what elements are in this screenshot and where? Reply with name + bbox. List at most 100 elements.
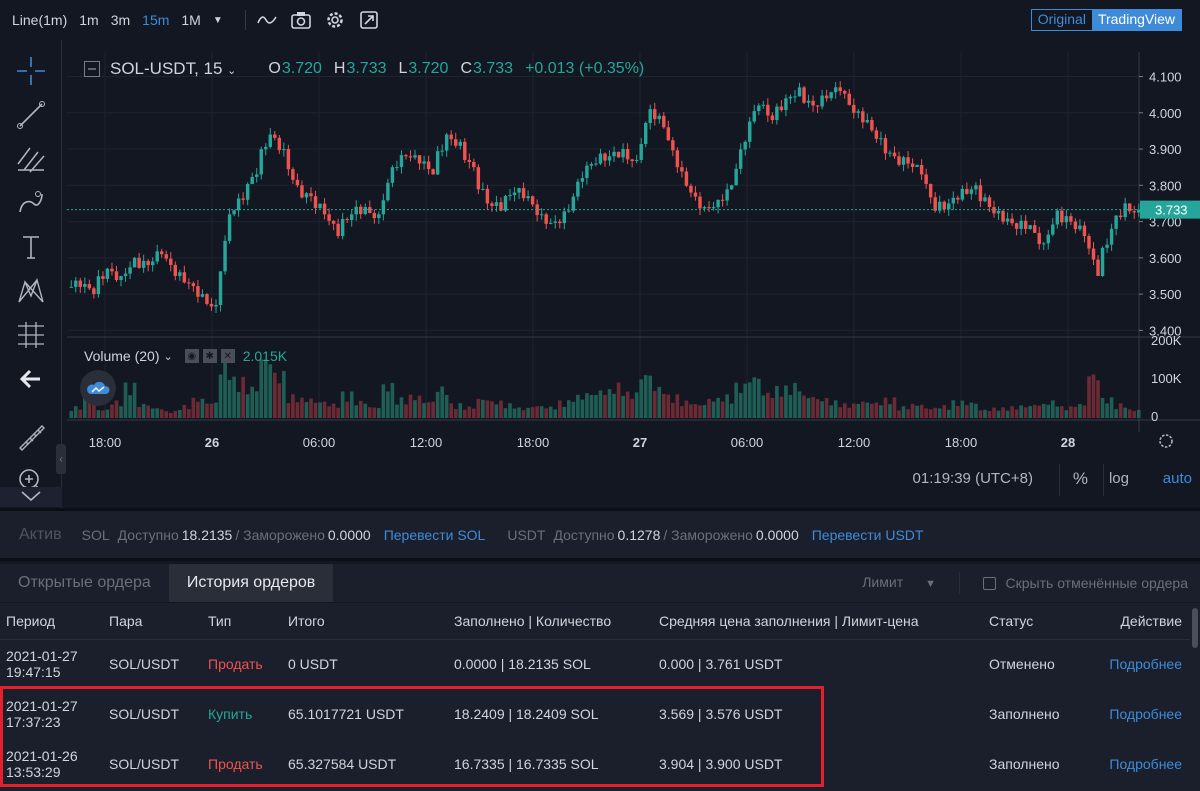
pattern-icon[interactable] bbox=[14, 274, 48, 308]
collapse-toolbar-button[interactable]: ‹ bbox=[56, 444, 66, 474]
chart-type-select[interactable]: Line(1m) bbox=[12, 12, 67, 28]
more-tools-button[interactable] bbox=[0, 487, 62, 507]
fib-channel-icon[interactable] bbox=[14, 142, 48, 176]
price-tick-label: 3.600 bbox=[1149, 251, 1182, 266]
log-scale-toggle[interactable]: log bbox=[1109, 470, 1129, 487]
volume-bar bbox=[200, 398, 205, 418]
order-total: 65.327584 USDT bbox=[288, 756, 397, 772]
open-value: 3.720 bbox=[281, 60, 322, 77]
volume-bar bbox=[625, 391, 630, 418]
transfer-sol-link[interactable]: Перевести SOL bbox=[384, 527, 486, 543]
chart-style-icon[interactable] bbox=[256, 9, 278, 31]
order-type-filter[interactable]: Лимит ▼ bbox=[862, 574, 936, 590]
candle-body bbox=[286, 149, 291, 170]
candle-body bbox=[748, 121, 752, 142]
volume-bar bbox=[141, 403, 146, 418]
view-tradingview-button[interactable]: TradingView bbox=[1091, 10, 1181, 30]
tab-open-orders[interactable]: Открытые ордера bbox=[0, 564, 169, 602]
volume-bar bbox=[223, 362, 227, 418]
candle-body bbox=[562, 211, 567, 224]
candle-body bbox=[770, 115, 775, 121]
order-price: 3.904 | 3.900 USDT bbox=[659, 756, 783, 772]
candle-body bbox=[196, 286, 200, 297]
candle-body bbox=[476, 167, 481, 190]
scrollbar[interactable] bbox=[1192, 608, 1198, 648]
settings-icon[interactable]: ✱ bbox=[202, 349, 217, 363]
back-arrow-icon[interactable] bbox=[14, 362, 48, 396]
candle-body bbox=[205, 294, 209, 304]
volume-bar bbox=[598, 390, 603, 418]
candle-body bbox=[150, 261, 155, 266]
price-tick-label: 4.000 bbox=[1149, 106, 1182, 121]
interval-1m[interactable]: 1m bbox=[79, 12, 98, 28]
measure-icon[interactable] bbox=[14, 318, 48, 352]
auto-scale-toggle[interactable]: auto bbox=[1163, 470, 1192, 487]
volume-bar bbox=[829, 405, 833, 418]
price-chart[interactable]: 4.100 4.000 3.900 3.800 3.700 3.600 3.500 3.400… bbox=[67, 52, 1200, 458]
candle-body bbox=[865, 120, 870, 123]
candle-body bbox=[123, 273, 128, 276]
high-value: 3.733 bbox=[346, 60, 387, 77]
trend-line-icon[interactable] bbox=[14, 98, 48, 132]
candle-body bbox=[1096, 259, 1100, 276]
view-toggle: Original TradingView bbox=[1030, 9, 1182, 31]
volume-bar bbox=[481, 399, 485, 418]
candle-body bbox=[612, 151, 616, 157]
volume-bar bbox=[69, 410, 74, 418]
candle-body bbox=[675, 150, 680, 168]
volume-bar bbox=[729, 403, 734, 418]
interval-15m[interactable]: 15m bbox=[142, 12, 169, 28]
volume-tick-label: 200K bbox=[1151, 333, 1182, 348]
candle-body bbox=[779, 106, 784, 111]
clock-time: 01:19:39 (UTC+8) bbox=[912, 470, 1033, 487]
volume-bar bbox=[793, 382, 797, 418]
brush-icon[interactable] bbox=[14, 186, 48, 220]
candle-body bbox=[530, 196, 535, 205]
candle-body bbox=[576, 181, 580, 197]
symbol-title[interactable]: SOL-USDT, 15 ⌄ bbox=[110, 59, 236, 79]
text-tool-icon[interactable] bbox=[14, 230, 48, 264]
details-link[interactable]: Подробнее bbox=[1093, 639, 1190, 689]
interval-3m[interactable]: 3m bbox=[111, 12, 130, 28]
candle-body bbox=[83, 283, 87, 287]
interval-dropdown-icon[interactable]: ▼ bbox=[213, 15, 223, 26]
candle-body bbox=[78, 280, 83, 287]
hide-cancelled-checkbox[interactable]: Скрыть отменённые ордера bbox=[982, 575, 1188, 591]
eye-icon[interactable]: ◉ bbox=[184, 349, 199, 363]
candle-body bbox=[399, 155, 404, 168]
candle-body bbox=[585, 165, 589, 179]
percent-scale-toggle[interactable]: % bbox=[1073, 469, 1088, 489]
ruler-icon[interactable] bbox=[14, 420, 48, 454]
legend-collapse-icon[interactable] bbox=[84, 61, 100, 77]
sol-frozen-label: / Заморожено bbox=[235, 526, 325, 543]
volume-bar bbox=[761, 395, 766, 418]
volume-bar bbox=[784, 385, 788, 418]
transfer-usdt-link[interactable]: Перевести USDT bbox=[812, 527, 924, 543]
volume-bar bbox=[661, 393, 666, 418]
volume-bar bbox=[544, 408, 549, 418]
volume-bar bbox=[965, 405, 969, 418]
details-link[interactable]: Подробнее bbox=[1093, 739, 1190, 789]
volume-bar bbox=[716, 397, 720, 418]
tab-order-history[interactable]: История ордеров bbox=[168, 564, 334, 602]
fullscreen-icon[interactable] bbox=[358, 9, 380, 31]
interval-1M[interactable]: 1M bbox=[181, 12, 200, 28]
view-original-button[interactable]: Original bbox=[1032, 10, 1092, 30]
volume-bar bbox=[1100, 397, 1105, 418]
order-status: Заполнено bbox=[989, 706, 1060, 722]
close-icon[interactable]: ✕ bbox=[220, 349, 235, 363]
volume-bar bbox=[1023, 407, 1028, 418]
volume-bar bbox=[490, 401, 494, 418]
volume-chevron-icon[interactable]: ⌄ bbox=[163, 350, 172, 363]
camera-icon[interactable] bbox=[290, 9, 312, 31]
axis-settings-icon[interactable] bbox=[1159, 434, 1173, 448]
gear-icon[interactable] bbox=[324, 9, 346, 31]
volume-bar bbox=[1046, 404, 1051, 418]
volume-bar bbox=[824, 397, 829, 418]
sol-available-label: Доступно bbox=[117, 526, 179, 543]
usdt-available: 0.1278 bbox=[617, 526, 661, 543]
details-link[interactable]: Подробнее bbox=[1093, 689, 1190, 739]
order-period: 2021-01-26 13:53:29 bbox=[6, 748, 78, 780]
volume-bar bbox=[648, 375, 653, 418]
crosshair-icon[interactable] bbox=[14, 54, 48, 88]
